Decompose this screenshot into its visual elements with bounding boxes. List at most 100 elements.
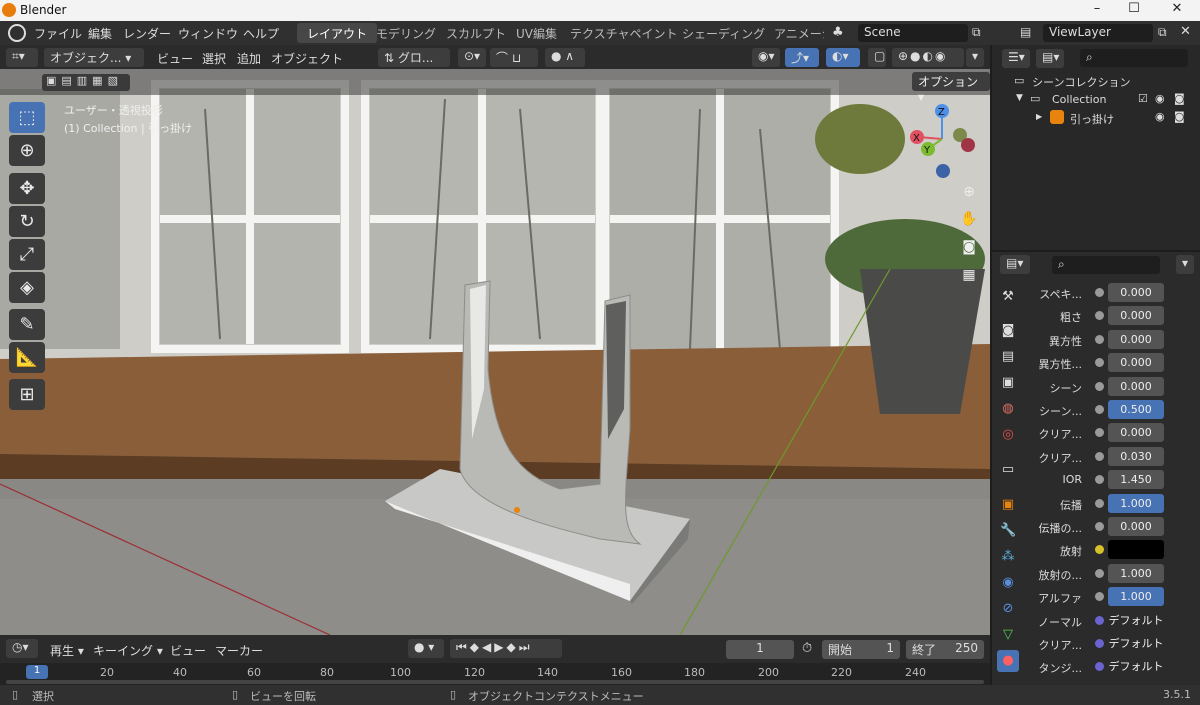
visibility-icon[interactable]: ◉▾ [752, 48, 780, 67]
timeline-editor-icon[interactable]: ◷▾ [6, 639, 38, 658]
render-camera-icon[interactable]: ◙ [1174, 92, 1185, 105]
eye-icon[interactable]: ◉ [1155, 92, 1165, 105]
world-tab-icon[interactable]: ◎ [1000, 427, 1016, 443]
property-value-field[interactable]: 1.000 [1108, 587, 1164, 607]
tab-shading[interactable]: シェーディング [672, 23, 775, 43]
object-tab-icon[interactable]: ▣ [1000, 497, 1016, 513]
eye-icon[interactable]: ◉ [1155, 110, 1165, 123]
viewport-menu-object[interactable]: オブジェクト [271, 50, 343, 67]
minimize-icon[interactable]: – [1085, 1, 1109, 16]
outliner-editor-icon[interactable]: ☰▾ [1002, 49, 1030, 68]
rotate-icon[interactable]: ↻ [9, 206, 45, 237]
select-box-icon[interactable]: ⬚ [9, 102, 45, 133]
collapse-arrow-icon[interactable]: ▼ [1016, 93, 1023, 103]
xray-icon[interactable]: ▢ [868, 48, 886, 67]
property-value-field[interactable]: 1.000 [1108, 563, 1164, 583]
measure-icon[interactable]: 📐 [9, 342, 45, 373]
socket-icon[interactable] [1095, 639, 1104, 648]
record-icon[interactable]: ● ▾ [408, 639, 444, 658]
property-value-field[interactable]: 0.000 [1108, 306, 1164, 326]
particles-tab-icon[interactable]: ⁂ [1000, 549, 1016, 565]
viewport-menu-select[interactable]: 選択 [202, 50, 226, 67]
pan-hand-icon[interactable]: ✋ [959, 211, 979, 231]
3d-viewport[interactable]: ▣▤▥▦▧ オプション ▾ ユーザー・透視投影 (1) Collection |… [0, 69, 990, 635]
outliner-search-input[interactable]: ⌕ [1080, 49, 1188, 67]
checkbox-icon[interactable]: ☑ [1138, 92, 1148, 105]
annotate-icon[interactable]: ✎ [9, 309, 45, 340]
cursor-icon[interactable]: ⊕ [9, 135, 45, 166]
maximize-icon[interactable]: ☐ [1122, 1, 1146, 16]
camera-icon[interactable]: ◙ [959, 239, 979, 259]
tab-layout[interactable]: レイアウト [297, 23, 378, 43]
options-dropdown[interactable]: オプション ▾ [912, 72, 990, 104]
property-value-field[interactable] [1108, 540, 1164, 560]
socket-icon[interactable] [1095, 288, 1104, 297]
properties-search-input[interactable]: ⌕ [1052, 256, 1160, 274]
stopwatch-icon[interactable]: ⏱ [802, 641, 812, 656]
socket-icon[interactable] [1095, 522, 1104, 531]
socket-icon[interactable] [1095, 498, 1104, 508]
properties-editor-icon[interactable]: ▤▾ [1000, 255, 1030, 274]
collection-tab-icon[interactable]: ▭ [1000, 462, 1016, 478]
overlay-toggle-icon[interactable]: ◐▾ [826, 48, 860, 67]
viewport-menu-view[interactable]: ビュー [157, 50, 193, 67]
close-icon[interactable]: ✕ [1165, 1, 1189, 16]
end-frame-field[interactable]: 終了 250 [906, 640, 984, 659]
transform-icon[interactable]: ◈ [9, 272, 45, 303]
property-value-field[interactable]: 0.000 [1108, 517, 1164, 536]
socket-icon[interactable] [1095, 334, 1104, 344]
properties-options-icon[interactable]: ▾ [1176, 255, 1194, 274]
property-value-field[interactable]: 0.000 [1108, 283, 1164, 302]
scene-icon[interactable]: ♣ [832, 25, 844, 40]
expand-arrow-icon[interactable]: ▶ [1036, 112, 1042, 121]
constraints-tab-icon[interactable]: ⊘ [1000, 601, 1016, 617]
socket-icon[interactable] [1095, 568, 1104, 578]
tab-uv-editing[interactable]: UV編集 [506, 23, 567, 43]
grid-icon[interactable]: ▦ [959, 267, 979, 287]
new-view-layer-icon[interactable]: ⧉ [1158, 25, 1167, 40]
zoom-icon[interactable]: ⊕ [959, 184, 979, 204]
menu-help[interactable]: ヘルプ [243, 25, 279, 42]
scene-collection-label[interactable]: シーンコレクション [1032, 74, 1130, 90]
playback-controls-icon[interactable]: ⏮◆◀▶◆⏭ [450, 639, 562, 658]
socket-icon[interactable] [1095, 381, 1104, 391]
move-icon[interactable]: ✥ [9, 173, 45, 204]
timeline-menu-marker[interactable]: マーカー [215, 642, 263, 659]
gizmo-toggle-icon[interactable]: ⤴▾ [785, 48, 819, 67]
shading-modes-icon[interactable]: ⊕●◐◉ [892, 48, 964, 67]
property-value-field[interactable]: 0.000 [1108, 423, 1164, 443]
property-value-field[interactable]: 1.000 [1108, 493, 1164, 513]
property-value-field[interactable]: 0.000 [1108, 376, 1164, 396]
editor-type-icon[interactable]: ⌗▾ [6, 48, 38, 67]
selection-mode-icons[interactable]: ▣▤▥▦▧ [42, 74, 130, 91]
material-tab-icon[interactable]: ● [1000, 653, 1016, 669]
display-mode-icon[interactable]: ▤▾ [1036, 49, 1064, 68]
tool-tab-icon[interactable]: ⚒ [1000, 289, 1016, 305]
transform-orientation-dropdown[interactable]: ⇅ グロ... [378, 48, 450, 67]
view-layer-icon[interactable]: ▤ [1020, 25, 1031, 39]
current-frame-field[interactable]: 1 [726, 640, 794, 659]
physics-tab-icon[interactable]: ◉ [1000, 575, 1016, 591]
remove-view-layer-icon[interactable]: ✕ [1180, 24, 1191, 39]
playhead[interactable]: 1 [26, 665, 48, 679]
timeline-menu-keying[interactable]: キーイング ▾ [93, 642, 163, 659]
menu-file[interactable]: ファイル [34, 25, 82, 42]
property-value-field[interactable]: 1.450 [1108, 470, 1164, 490]
navigation-gizmo[interactable]: Z X Y [900, 101, 985, 181]
menu-render[interactable]: レンダー [123, 25, 171, 42]
tab-texture-paint[interactable]: テクスチャペイント [560, 23, 688, 43]
proportional-edit-icon[interactable]: ● ∧ [545, 48, 585, 67]
render-tab-icon[interactable]: ◙ [1000, 323, 1016, 339]
pivot-point-icon[interactable]: ⊙▾ [458, 48, 486, 67]
blender-menu-icon[interactable] [8, 24, 26, 42]
property-value-field[interactable]: 0.030 [1108, 446, 1164, 466]
view-layer-tab-icon[interactable]: ▣ [1000, 375, 1016, 391]
tab-animation[interactable]: アニメーシ [764, 23, 824, 43]
property-value-field[interactable]: 0.500 [1108, 400, 1164, 419]
tab-sculpt[interactable]: スカルプト [436, 23, 516, 43]
scene-name-field[interactable]: Scene [858, 24, 968, 42]
output-tab-icon[interactable]: ▤ [1000, 349, 1016, 365]
property-value-field[interactable]: デフォルト [1108, 657, 1164, 676]
new-scene-icon[interactable]: ⧉ [972, 25, 981, 40]
object-label[interactable]: 引っ掛け [1070, 111, 1114, 127]
